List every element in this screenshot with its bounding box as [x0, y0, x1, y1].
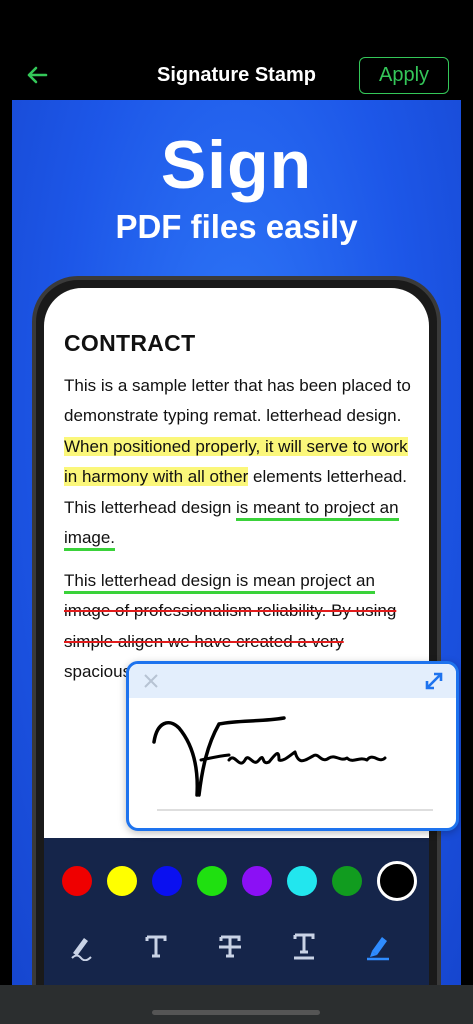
system-navigation-bar	[0, 985, 473, 1024]
color-swatch-red[interactable]	[62, 866, 92, 896]
phone-mockup: CONTRACT This is a sample letter that ha…	[32, 276, 441, 985]
color-swatch-purple[interactable]	[242, 866, 272, 896]
signature-stamp-header	[129, 664, 456, 698]
promo-image: Sign PDF files easily CONTRACT This is a…	[12, 100, 461, 985]
signature-stamp[interactable]	[126, 661, 459, 831]
promo-headline: Sign	[160, 127, 313, 203]
document: CONTRACT This is a sample letter that ha…	[64, 328, 414, 688]
underline-icon[interactable]	[286, 928, 322, 964]
color-swatch-blue[interactable]	[152, 866, 182, 896]
color-swatch-yellow[interactable]	[107, 866, 137, 896]
document-paragraph-1: This is a sample letter that has been pl…	[64, 371, 414, 554]
expand-icon[interactable]	[422, 669, 446, 693]
document-heading: CONTRACT	[64, 330, 196, 356]
annotation-toolbar	[44, 838, 429, 985]
text-icon[interactable]	[138, 928, 174, 964]
promo-subheadline: PDF files easily	[115, 208, 358, 245]
strikethrough-icon[interactable]	[212, 928, 248, 964]
paragraph-text: This is a sample letter that has been pl…	[64, 375, 411, 426]
color-palette	[62, 861, 429, 901]
color-swatch-cyan[interactable]	[287, 866, 317, 896]
draw-icon[interactable]	[64, 928, 100, 964]
underlined-text: This letterhead design is mean project a…	[64, 570, 375, 594]
close-icon[interactable]	[141, 671, 161, 691]
strikethrough-text: image of professionalism reliability. By…	[64, 601, 397, 651]
app-bar: Signature Stamp Apply	[0, 0, 473, 100]
tool-row	[64, 928, 429, 964]
color-swatch-green[interactable]	[197, 866, 227, 896]
signature-pen-icon[interactable]	[360, 928, 396, 964]
color-swatch-dark-green[interactable]	[332, 866, 362, 896]
apply-button[interactable]: Apply	[359, 57, 449, 94]
signature-drawing	[149, 700, 439, 820]
home-indicator[interactable]	[152, 1010, 320, 1015]
phone-screen: CONTRACT This is a sample letter that ha…	[44, 288, 429, 985]
color-swatch-black[interactable]	[377, 861, 417, 901]
